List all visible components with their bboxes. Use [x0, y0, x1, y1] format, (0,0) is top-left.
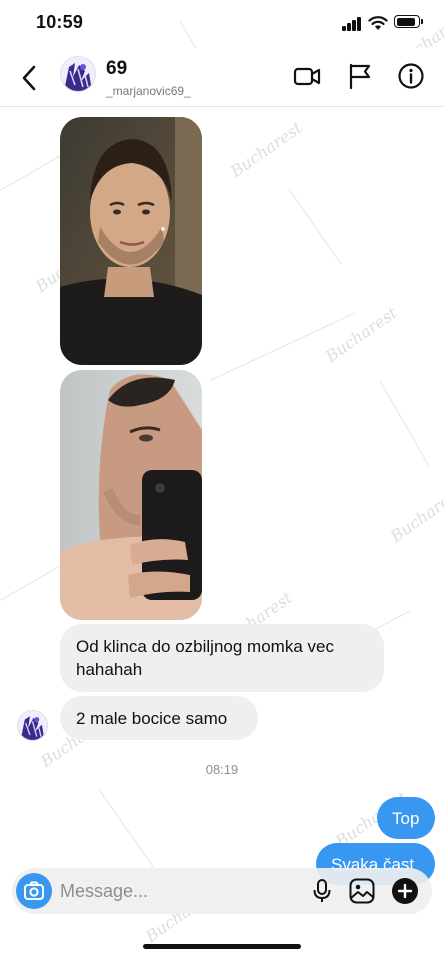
battery-icon	[394, 15, 423, 28]
avatar[interactable]	[17, 710, 48, 741]
cellular-signal-icon	[342, 17, 362, 31]
watermark: Bucharest	[322, 303, 401, 366]
outgoing-message-bubble[interactable]: Top	[377, 797, 435, 839]
message-text: Top	[392, 809, 420, 828]
status-time: 10:59	[36, 12, 84, 32]
watermark: Bucharest	[387, 483, 444, 546]
image-icon[interactable]	[347, 876, 377, 906]
watermark-line	[379, 380, 430, 468]
message-timestamp: 08:19	[205, 762, 239, 777]
incoming-message-bubble[interactable]: 2 male bocice samo	[60, 696, 258, 740]
photo-message[interactable]	[60, 117, 202, 365]
chevron-left-icon[interactable]	[14, 62, 46, 94]
incoming-message-bubble[interactable]: Od klinca do ozbiljnog momka vec hahahah	[60, 624, 384, 692]
watermark-line	[289, 190, 342, 265]
chat-title[interactable]: 69	[106, 58, 127, 80]
wifi-icon	[368, 16, 388, 30]
photo-message[interactable]	[60, 370, 202, 620]
video-camera-icon[interactable]	[292, 61, 322, 91]
chat-username[interactable]: _marjanovic69_	[106, 84, 191, 98]
status-bar: 10:59	[0, 0, 444, 48]
camera-button[interactable]	[16, 873, 52, 909]
chat-header: 69 _marjanovic69_	[0, 48, 444, 107]
avatar[interactable]	[60, 56, 96, 92]
watermark: Bucharest	[227, 118, 306, 181]
microphone-icon[interactable]	[308, 877, 336, 905]
message-input[interactable]	[60, 876, 290, 906]
flag-icon[interactable]	[345, 61, 375, 91]
plus-circle-icon[interactable]	[390, 876, 420, 906]
message-text: 2 male bocice samo	[76, 709, 228, 728]
message-composer	[12, 868, 432, 914]
home-indicator	[143, 944, 301, 949]
message-text: Od klinca do ozbiljnog momka vec hahahah	[76, 637, 334, 679]
watermark-line	[210, 312, 356, 381]
info-icon[interactable]	[396, 61, 426, 91]
camera-icon	[24, 881, 44, 900]
